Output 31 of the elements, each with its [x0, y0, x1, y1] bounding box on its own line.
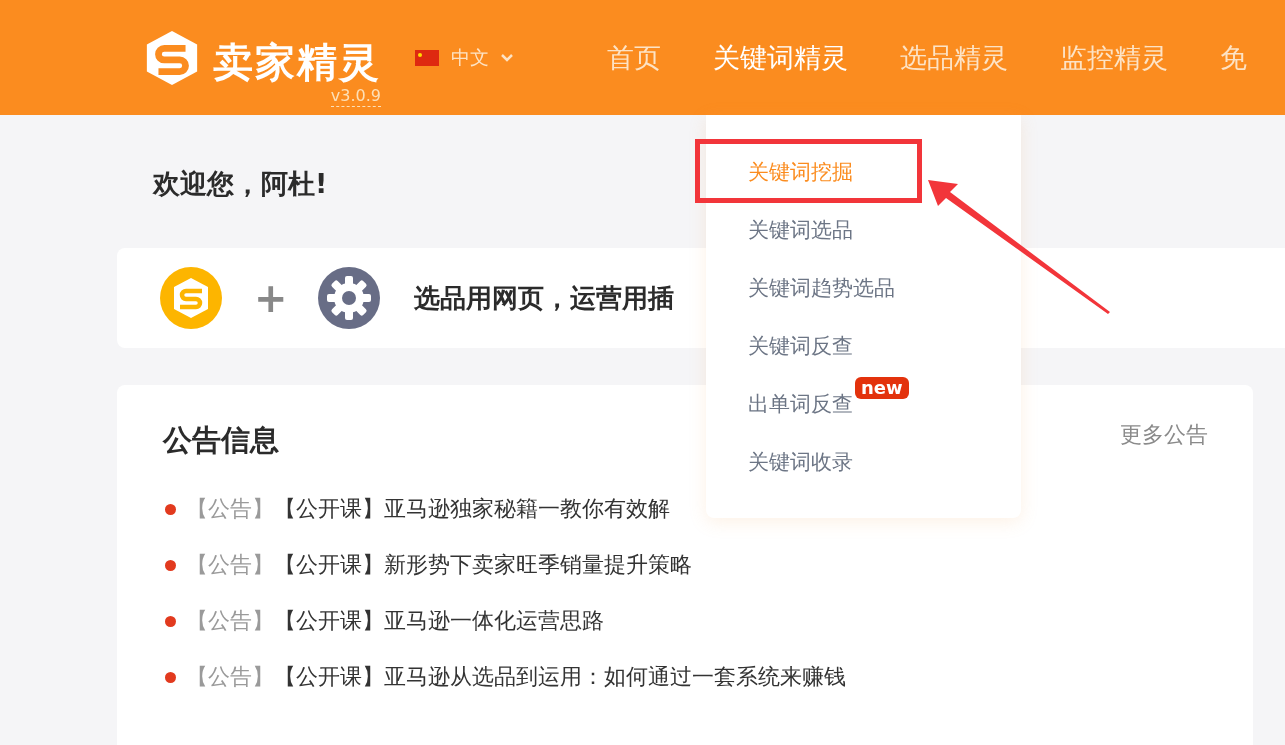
bullet-icon [165, 503, 176, 515]
announcement-link[interactable]: 【公开课】亚马逊一体化运营思路 [274, 606, 604, 636]
bullet-icon [165, 615, 176, 627]
bullet-icon [165, 559, 176, 571]
menu-item[interactable]: 关键词反查 [706, 317, 853, 375]
announcement-tag: 【公告】 [186, 494, 274, 524]
announcement-tag: 【公告】 [186, 662, 274, 692]
announcement-tag: 【公告】 [186, 606, 274, 636]
bullet-icon [165, 671, 176, 683]
nav-link[interactable]: 关键词精灵 [713, 39, 848, 76]
flag-icon [415, 49, 439, 66]
gear-icon [317, 267, 380, 329]
more-link[interactable]: 更多公告 [1120, 420, 1208, 450]
announcement-link[interactable]: 【公开课】亚马逊独家秘籍一教你有效解 [274, 494, 670, 524]
menu-item[interactable]: 关键词收录 [706, 433, 853, 491]
new-badge: new [855, 377, 909, 399]
promo-text: 选品用网页，运营用插 [413, 281, 674, 315]
menu-item[interactable]: 关键词选品 [706, 201, 853, 259]
version-label: v3.0.9 [330, 86, 381, 107]
chevron-down-icon [501, 53, 513, 62]
welcome-heading: 欢迎您，阿杜! [153, 171, 328, 197]
announcement-link[interactable]: 【公开课】新形势下卖家旺季销量提升策略 [274, 550, 692, 580]
menu-item[interactable]: 关键词趋势选品 [706, 259, 895, 317]
logo-icon [160, 267, 222, 329]
menu-item[interactable]: 出单词反查 [706, 375, 853, 433]
announcement-tag: 【公告】 [186, 550, 274, 580]
announcement-link[interactable]: 【公开课】亚马逊从选品到运用：如何通过一套系统来赚钱 [274, 662, 846, 692]
menu-item[interactable]: 关键词挖掘 [706, 143, 853, 201]
brand-name: 卖家精灵 [213, 38, 381, 86]
plus-sign: + [254, 275, 288, 321]
section-title: 公告信息 [163, 422, 279, 459]
